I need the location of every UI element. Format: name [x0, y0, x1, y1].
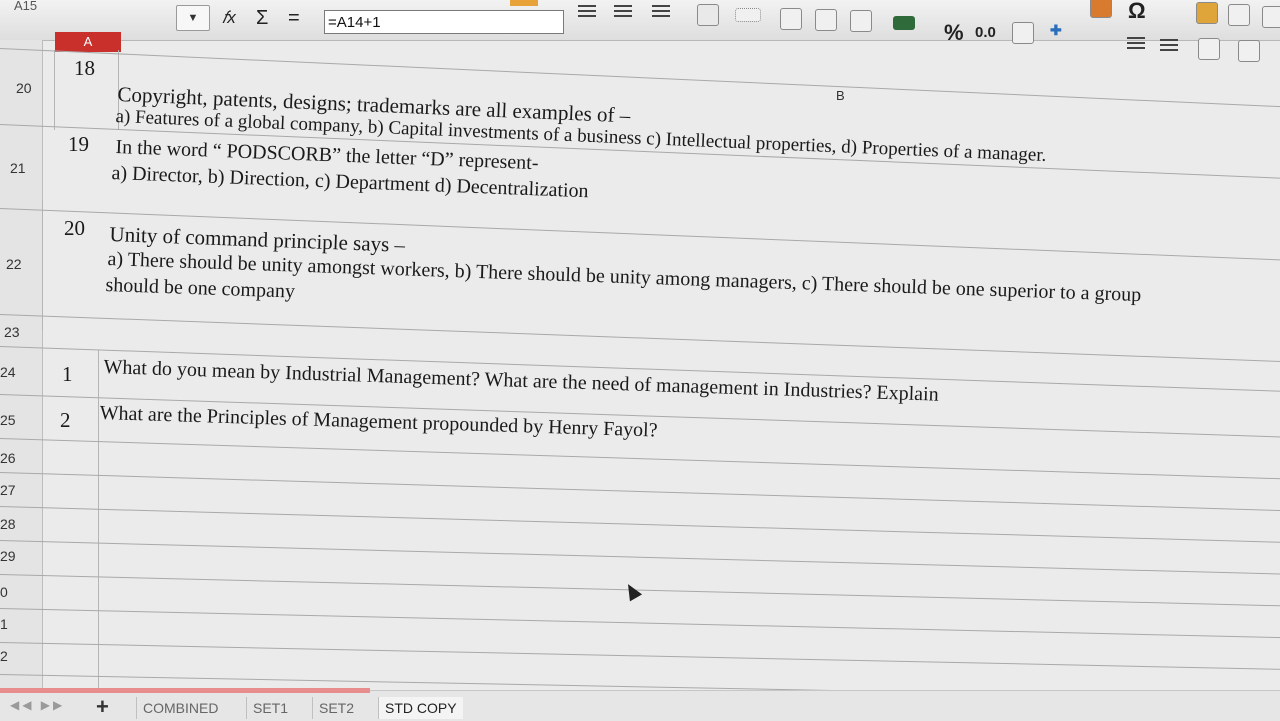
align-left-icon[interactable] [576, 2, 598, 22]
wrap-text-icon[interactable] [697, 4, 719, 26]
function-wizard-button[interactable]: 𝑓x [222, 6, 236, 30]
highlight-icon[interactable] [510, 0, 538, 6]
chevron-down-icon[interactable]: ▼ [176, 5, 210, 31]
row-header-23[interactable]: 23 [4, 324, 20, 340]
remove-decimal-icon[interactable]: ✚ [1050, 22, 1062, 39]
tab-set1[interactable]: SET1 [246, 697, 294, 719]
column-divider [98, 350, 99, 690]
row-header-32[interactable]: 2 [0, 648, 8, 664]
question-number[interactable]: 19 [68, 132, 89, 157]
column-divider [54, 50, 55, 130]
align-bottom-icon[interactable] [850, 10, 872, 32]
sheet-tab-bar: ◀◀ ▶▶ + COMBINED SET1 SET2 STD COPY [0, 688, 1280, 721]
currency-icon[interactable] [893, 16, 915, 30]
question-number[interactable]: 18 [74, 56, 95, 81]
row-header-31[interactable]: 1 [0, 616, 8, 632]
question-options-continued[interactable]: should be one company [105, 274, 295, 304]
column-header-b[interactable]: B [836, 88, 845, 103]
sum-button[interactable]: Σ [256, 6, 268, 30]
row-divider [0, 642, 1280, 671]
add-sheet-button[interactable]: + [96, 694, 109, 720]
row-divider [0, 438, 1280, 480]
name-box[interactable]: A15 [0, 0, 204, 14]
tab-std-copy[interactable]: STD COPY [378, 697, 463, 719]
align-center-icon[interactable] [612, 2, 634, 22]
comment-icon[interactable] [1196, 2, 1218, 24]
row-divider [0, 506, 1280, 544]
question-text[interactable]: What are the Principles of Management pr… [99, 402, 658, 443]
column-header-a[interactable]: A [55, 32, 121, 52]
align-middle-icon[interactable] [815, 9, 837, 31]
formula-button[interactable]: = [288, 6, 300, 30]
tab-set2[interactable]: SET2 [312, 697, 360, 719]
row-divider [0, 472, 1280, 512]
align-top-icon[interactable] [780, 8, 802, 30]
formula-input[interactable]: =A14+1 [324, 10, 564, 34]
align-right-icon[interactable] [650, 2, 672, 22]
row-header-25[interactable]: 25 [0, 412, 16, 428]
spreadsheet-grid: A B 20 18 Copyright, patents, designs; t… [0, 32, 1280, 700]
decimal-button[interactable]: 0.0 [975, 24, 996, 41]
row-divider [0, 608, 1280, 639]
question-number[interactable]: 20 [64, 216, 85, 241]
row-header-21[interactable]: 21 [10, 160, 26, 176]
row-header-26[interactable]: 26 [0, 450, 16, 466]
mouse-cursor-icon [621, 580, 643, 602]
row-header-29[interactable]: 29 [0, 548, 16, 564]
row-header-27[interactable]: 27 [0, 482, 16, 498]
header-footer-icon[interactable] [1228, 4, 1250, 26]
column-divider [42, 200, 43, 330]
sheet-nav-arrows-icon[interactable]: ◀◀ ▶▶ [10, 698, 65, 712]
row-header-20[interactable]: 20 [16, 80, 32, 96]
tab-bar-accent [0, 688, 370, 693]
tab-combined[interactable]: COMBINED [136, 697, 224, 719]
question-number[interactable]: 1 [62, 362, 73, 387]
merge-cells-icon[interactable] [735, 8, 761, 22]
toolbar: A15 ▼ 𝑓x Σ = =A14+1 % 0.0 ✚ Ω [0, 0, 1280, 62]
row-header-30[interactable]: 0 [0, 584, 8, 600]
define-print-range-icon[interactable] [1262, 6, 1280, 28]
question-number[interactable]: 2 [60, 408, 71, 433]
special-character-button[interactable]: Ω [1128, 0, 1146, 24]
row-header-28[interactable]: 28 [0, 516, 16, 532]
row-header-22[interactable]: 22 [6, 256, 22, 272]
chart-icon[interactable] [1090, 0, 1112, 18]
row-header-24[interactable]: 24 [0, 364, 16, 380]
row-divider [0, 314, 1280, 363]
row-divider [0, 540, 1280, 575]
